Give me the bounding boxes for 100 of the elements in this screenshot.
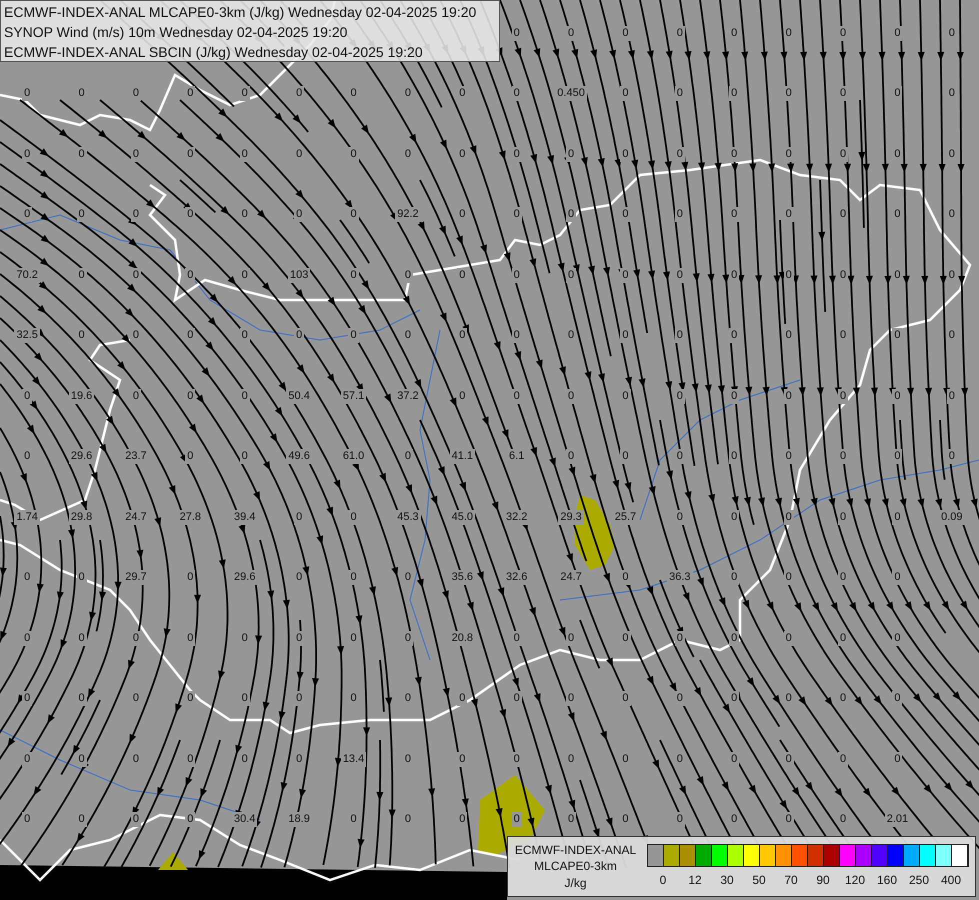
cape-value: 0	[838, 449, 848, 464]
cape-value: 0	[294, 207, 304, 222]
cape-value: 0	[566, 691, 576, 706]
cape-value: 0	[240, 86, 250, 102]
cape-value: 0	[620, 449, 631, 464]
cape-value: 13.4	[340, 752, 366, 767]
scale-label: 12	[687, 873, 703, 887]
cape-value: 0	[784, 449, 794, 464]
cape-value: 23.7	[123, 449, 149, 464]
cape-value: 0	[22, 207, 32, 222]
cape-value: 0	[674, 812, 685, 828]
cape-value: 29.6	[68, 449, 94, 464]
cape-value: 29.7	[123, 570, 149, 586]
cape-value: 57.1	[340, 388, 366, 404]
cape-value: 49.6	[286, 449, 312, 464]
cape-value: 0	[729, 86, 740, 102]
cape-value: 0	[185, 812, 196, 828]
cape-value: 0	[729, 388, 740, 404]
cape-value: 0	[130, 328, 142, 344]
legend-title: ECMWF-INDEX-ANAL	[514, 842, 636, 858]
cape-value: 45.3	[395, 510, 421, 525]
legend-unit: J/kg	[564, 874, 586, 892]
cape-value: 0	[512, 812, 522, 828]
cape-value: 0	[185, 449, 196, 464]
cape-value: 1.74	[14, 510, 40, 525]
cape-value: 20.8	[450, 630, 476, 646]
cape-value: 32.2	[504, 510, 530, 525]
title-line: ECMWF-INDEX-ANAL SBCIN (J/kg) Wednesday 02-04-2025 19:20	[4, 43, 424, 62]
cape-value: 0	[185, 268, 196, 283]
cape-value: 0	[674, 691, 685, 706]
cape-value: 0	[566, 146, 576, 162]
cape-value: 0	[674, 86, 685, 102]
cape-value: 0	[240, 691, 250, 706]
cape-value: 0	[22, 388, 32, 404]
cape-value: 0	[22, 752, 32, 767]
scale-label: 160	[876, 873, 898, 887]
cape-value: 0	[457, 752, 468, 767]
cape-value: 0	[838, 570, 848, 586]
cape-value: 0	[729, 146, 740, 162]
cape-value: 0	[729, 570, 740, 586]
scale-label: 70	[783, 873, 799, 887]
cape-value: 0	[838, 812, 848, 828]
cape-value: 0	[838, 86, 848, 102]
cape-value: 0	[240, 328, 250, 344]
cape-value: 0	[22, 86, 32, 102]
cape-value: 36.3	[667, 570, 693, 586]
cape-value: 0	[566, 207, 576, 222]
cape-value: 29.6	[232, 570, 258, 586]
cape-value: 0	[512, 207, 522, 222]
cape-value: 0.450	[555, 86, 587, 102]
cape-value: 0	[729, 328, 740, 344]
cape-value: 61.0	[340, 449, 366, 464]
cape-value: 0	[185, 752, 196, 767]
cape-value: 41.1	[450, 449, 476, 464]
cape-value: 29.3	[558, 510, 584, 525]
cape-value: 0	[294, 691, 304, 706]
cape-value: 0	[76, 207, 87, 222]
cape-value: 2.01	[884, 812, 910, 828]
scale-label: 50	[751, 873, 767, 887]
cape-value: 0	[892, 86, 902, 102]
scale-label: 90	[815, 873, 831, 887]
cape-value: 0	[892, 570, 902, 586]
cape-value: 0	[674, 328, 685, 344]
cape-value: 0	[892, 26, 902, 41]
cape-value: 30.4	[232, 812, 258, 828]
cape-area	[158, 852, 188, 870]
cape-value: 0	[566, 449, 576, 464]
cape-value: 50.4	[286, 388, 312, 404]
cape-value: 0	[22, 691, 32, 706]
cape-value: 0	[512, 86, 522, 102]
cape-value: 0	[729, 752, 740, 767]
cape-value: 0	[892, 510, 902, 525]
cape-value: 0	[729, 207, 740, 222]
cape-value: 29.8	[68, 510, 94, 525]
scale-label: 120	[844, 873, 866, 887]
cape-value: 0	[512, 328, 522, 344]
cape-value: 0	[620, 328, 631, 344]
cape-value: 70.2	[14, 268, 40, 283]
cape-value: 0	[620, 570, 631, 586]
cape-value: 0	[294, 630, 304, 646]
cape-value: 0	[566, 388, 576, 404]
cape-value: 0	[620, 146, 631, 162]
cape-value: 0	[566, 630, 576, 646]
cape-value: 0	[76, 691, 87, 706]
title-line: ECMWF-INDEX-ANAL MLCAPE0-3km (J/kg) Wednesday 02-04-2025 19:20	[4, 3, 478, 22]
cape-value: 0	[348, 146, 359, 162]
legend-title: MLCAPE0-3km	[534, 858, 617, 874]
cape-value: 0	[348, 328, 359, 344]
cape-value: 0	[22, 146, 32, 162]
cape-value: 45.0	[450, 510, 476, 525]
cape-value: 0	[185, 630, 196, 646]
scale-label: 400	[940, 873, 962, 887]
cape-value: 0	[566, 26, 576, 41]
cape-value: 0	[946, 449, 957, 464]
cape-value: 0	[22, 630, 32, 646]
cape-value: 92.2	[395, 207, 421, 222]
cape-value: 0.09	[939, 510, 965, 525]
cape-value: 0	[892, 630, 902, 646]
cape-value: 0	[620, 691, 631, 706]
cape-value: 0	[674, 207, 685, 222]
